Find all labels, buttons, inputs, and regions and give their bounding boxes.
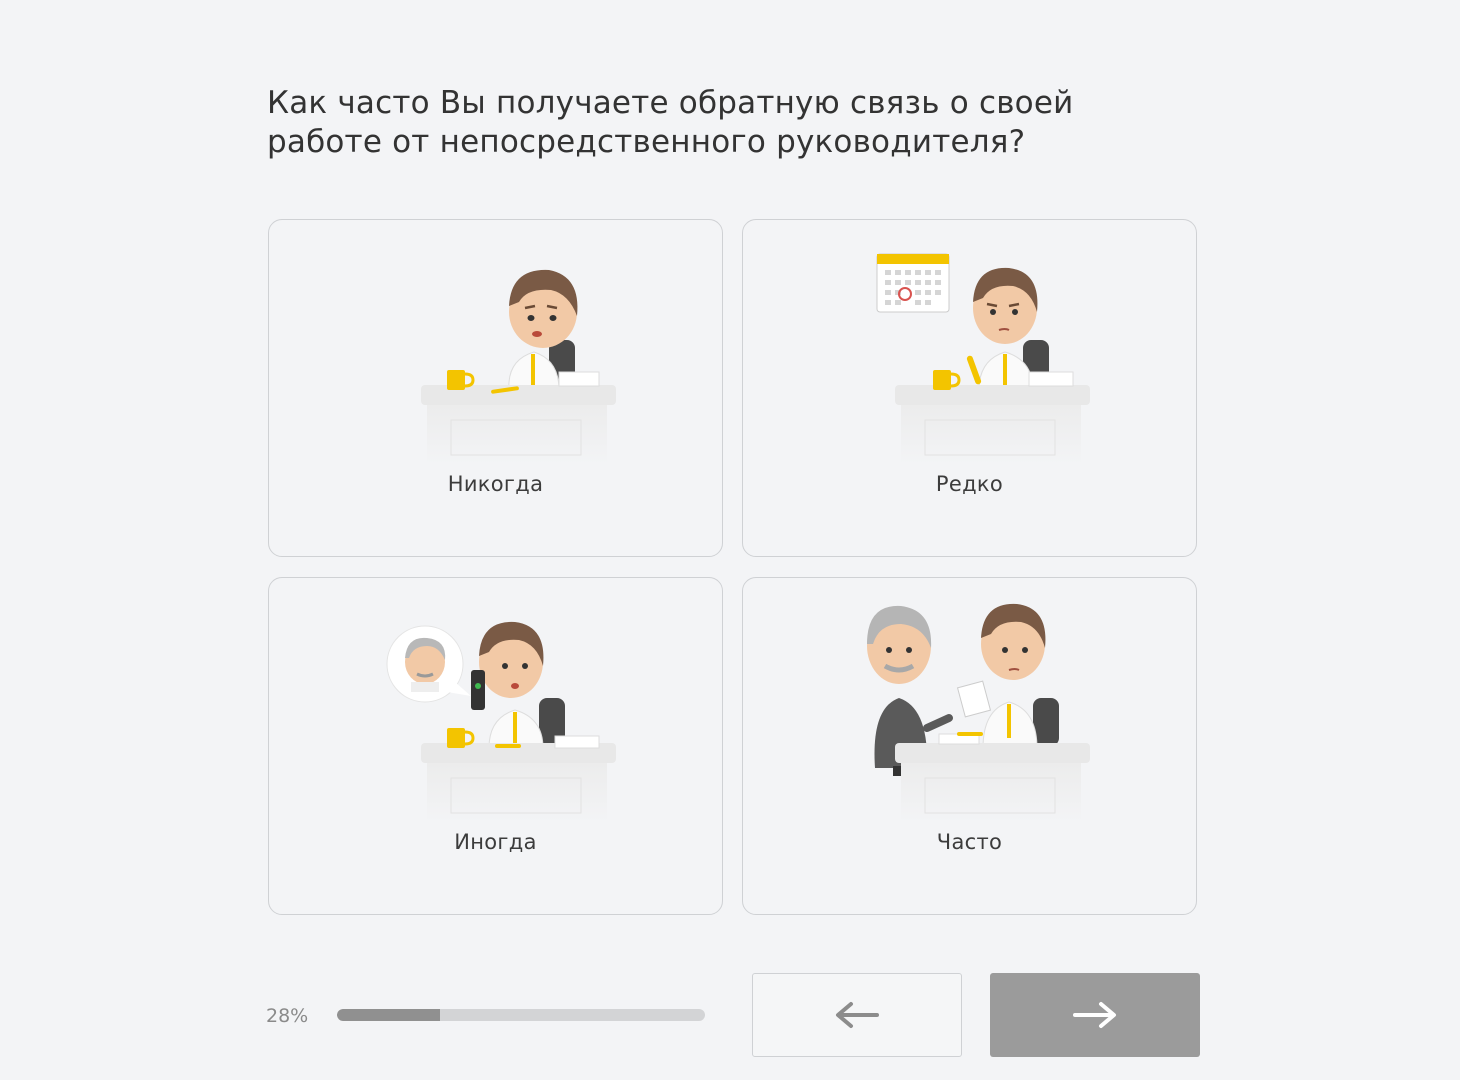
next-button[interactable]: [990, 973, 1200, 1057]
option-card-often[interactable]: Часто: [742, 577, 1197, 915]
bored-man-at-desk-illustration: [421, 269, 616, 465]
back-button[interactable]: [752, 973, 962, 1057]
option-label: Никогда: [447, 472, 544, 496]
option-card-rarely[interactable]: Редко: [742, 219, 1197, 557]
question-line-1: Как часто Вы получаете обратную связь о …: [267, 85, 1074, 121]
arrow-left-icon: [836, 1002, 879, 1028]
progress-bar: [337, 1009, 705, 1021]
boss-talking-to-employee-illustration: [867, 603, 1090, 823]
calendar-icon: [876, 253, 950, 313]
man-at-desk-with-calendar-illustration: [876, 253, 1090, 465]
boss-speech-bubble-icon: [386, 625, 471, 703]
option-card-sometimes[interactable]: Иногда: [268, 577, 723, 915]
progress-percent: 28%: [266, 1005, 309, 1027]
option-label: Редко: [935, 472, 1004, 496]
survey-screen: Как часто Вы получаете обратную связь о …: [0, 0, 1460, 1080]
question-title: Как часто Вы получаете обратную связь о …: [267, 84, 1167, 162]
option-label: Часто: [936, 830, 1003, 854]
option-label: Иногда: [454, 830, 537, 854]
arrow-right-icon: [1073, 1002, 1116, 1028]
question-line-2: работе от непосредственного руководителя…: [267, 124, 1026, 160]
progress-bar-fill: [337, 1009, 441, 1021]
option-card-never[interactable]: Никогда: [268, 219, 723, 557]
man-on-phone-with-boss-illustration: [386, 621, 616, 823]
